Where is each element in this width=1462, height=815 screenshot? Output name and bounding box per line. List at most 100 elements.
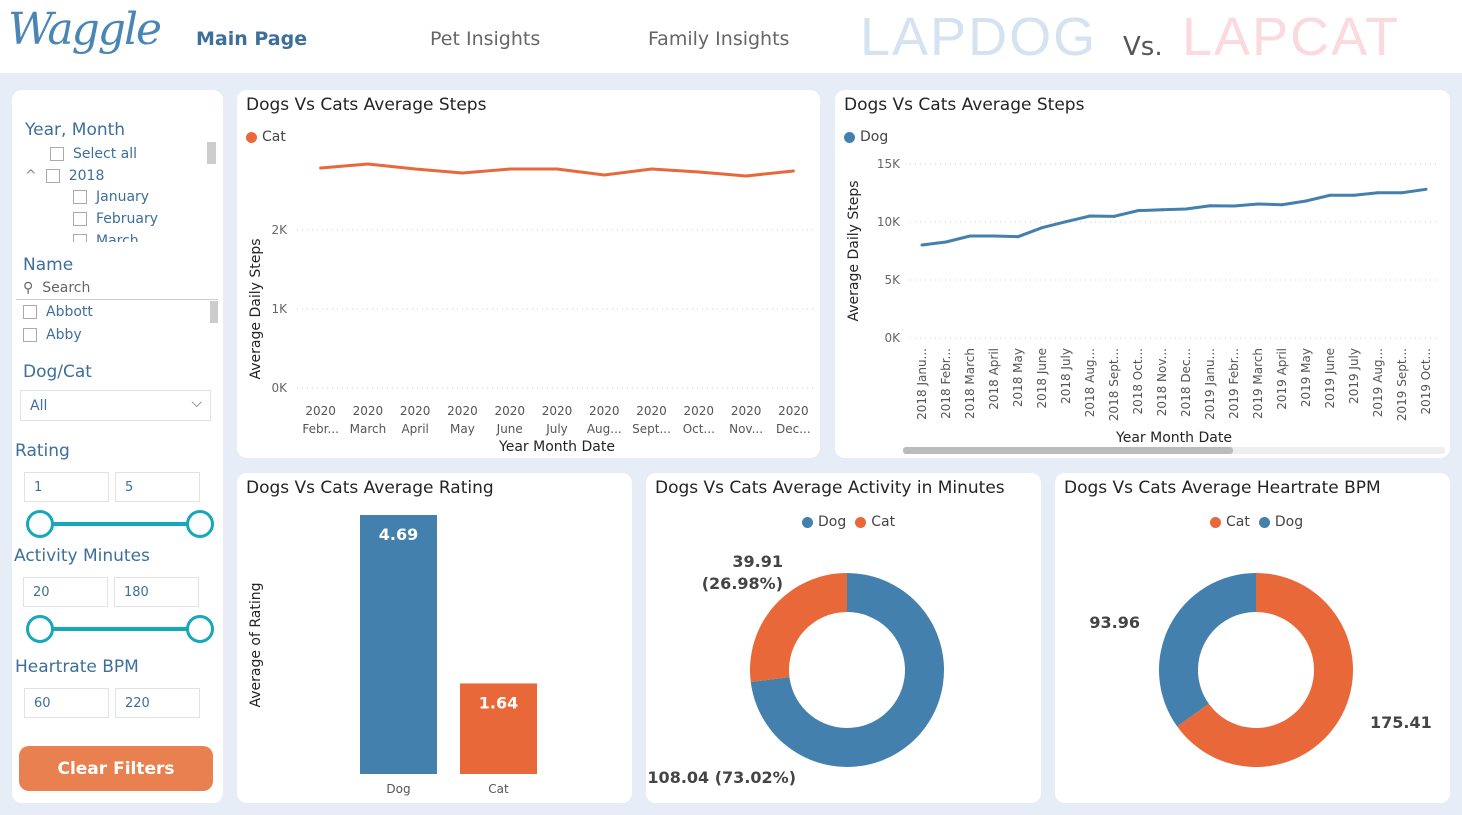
name-scrollbar[interactable]	[210, 301, 218, 323]
heartrate-max-input[interactable]: 220	[115, 688, 200, 718]
activity-max-input[interactable]: 180	[114, 577, 199, 607]
nav-main-page[interactable]: Main Page	[196, 28, 307, 50]
rating-min-input[interactable]: 1	[24, 472, 109, 502]
data-point	[1064, 220, 1068, 224]
y-tick-label: 0K	[884, 331, 901, 345]
data-point	[744, 174, 748, 178]
activity-label: Activity Minutes	[14, 546, 150, 566]
horizontal-scrollbar[interactable]	[903, 447, 1445, 454]
x-tick-label: 2018 April	[987, 348, 1001, 410]
rating-min-handle[interactable]	[26, 510, 54, 538]
rating-slider-track[interactable]	[40, 522, 200, 526]
x-tick-label: 2019 June	[1323, 348, 1337, 409]
rating-max-input[interactable]: 5	[115, 472, 200, 502]
data-point	[968, 234, 972, 238]
february-checkbox[interactable]: February	[73, 211, 158, 227]
abbott-checkbox[interactable]: Abbott	[23, 304, 93, 320]
x-tick-label: 2020	[589, 404, 620, 418]
chevron-down-icon: ⌵	[191, 395, 202, 411]
x-tick-label: 2018 Sept...	[1107, 348, 1121, 421]
nav-family-insights[interactable]: Family Insights	[648, 28, 789, 50]
data-point	[1112, 214, 1116, 218]
data-point	[1136, 209, 1140, 213]
activity-min-input[interactable]: 20	[23, 577, 108, 607]
abbott-label: Abbott	[46, 304, 93, 320]
data-point	[697, 170, 701, 174]
waggle-logo[interactable]: Waggle	[8, 4, 162, 55]
year-month-scrollbar[interactable]	[207, 142, 216, 164]
data-point	[1376, 191, 1380, 195]
year-2018-label: 2018	[68, 168, 105, 184]
select-all-checkbox[interactable]: Select all	[50, 146, 137, 162]
nav-pet-insights[interactable]: Pet Insights	[430, 28, 540, 50]
select-all-label: Select all	[73, 146, 137, 162]
x-tick-label: 2019 May	[1299, 348, 1313, 407]
y-tick-label: 0K	[271, 381, 288, 395]
data-point	[1352, 193, 1356, 197]
year-month-label: Year, Month	[25, 120, 126, 140]
name-search-input[interactable]: ⚲ Search	[23, 280, 90, 296]
x-tick-label: March	[350, 422, 387, 436]
activity-max-handle[interactable]	[186, 615, 214, 643]
x-tick-label: 2020	[542, 404, 573, 418]
lapcat-logo: LAPCAT	[1182, 7, 1401, 67]
activity-min-handle[interactable]	[26, 615, 54, 643]
dogcat-value: All	[30, 398, 48, 414]
x-tick-label: 2020	[494, 404, 525, 418]
chart-plot: 0K 1K 2K 2020 Febr... 2020 March 2020 April 2020 M…	[248, 162, 817, 455]
data-point	[1304, 199, 1308, 203]
x-tick-label: 2019 July	[1347, 348, 1361, 404]
data-label: 108.04 (73.02%)	[647, 768, 796, 787]
data-label: 1.64	[479, 693, 518, 712]
x-tick-label: 2018 Aug...	[1083, 348, 1097, 417]
data-point	[791, 169, 795, 173]
data-point	[920, 243, 924, 247]
x-tick-label: 2018 Febr...	[939, 348, 953, 419]
chevron-up-icon[interactable]: ^	[25, 168, 37, 184]
vs-label: Vs.	[1123, 32, 1163, 62]
x-tick-label: Cat	[488, 782, 509, 796]
data-point	[1400, 191, 1404, 195]
data-point	[1328, 193, 1332, 197]
year-2018-checkbox[interactable]: ^ 2018	[25, 168, 104, 184]
january-checkbox[interactable]: January	[73, 189, 149, 205]
data-point	[508, 167, 512, 171]
data-point	[1160, 208, 1164, 212]
clear-filters-button[interactable]: Clear Filters	[19, 746, 213, 791]
rating-max-handle[interactable]	[186, 510, 214, 538]
data-point	[602, 173, 606, 177]
x-tick-label: 2018 July	[1059, 348, 1073, 404]
x-tick-label: 2018 Dec...	[1179, 348, 1193, 417]
x-tick-label: 2020	[684, 404, 715, 418]
data-point	[1208, 204, 1212, 208]
data-label: 4.69	[379, 525, 418, 544]
scrollbar-thumb[interactable]	[903, 447, 1233, 454]
x-tick-label: April	[401, 422, 428, 436]
x-tick-label: 2019 Aug...	[1371, 348, 1385, 417]
activity-slider-track[interactable]	[40, 627, 200, 631]
data-point	[944, 240, 948, 244]
x-tick-label: May	[450, 422, 475, 436]
data-point	[1088, 214, 1092, 218]
x-tick-label: Oct...	[683, 422, 715, 436]
data-point	[1232, 204, 1236, 208]
name-label: Name	[23, 255, 74, 275]
x-tick-label: 2018 Janu...	[915, 348, 929, 420]
data-label: 93.96	[1089, 613, 1140, 632]
heartrate-min-input[interactable]: 60	[24, 688, 109, 718]
x-tick-label: June	[496, 422, 523, 436]
x-tick-label: 2019 Oct...	[1419, 348, 1433, 415]
series-line-dog	[921, 187, 1427, 247]
x-tick-label: July	[545, 422, 568, 436]
x-tick-label: Nov...	[729, 422, 763, 436]
data-label: 39.91	[732, 552, 783, 571]
dogcat-dropdown[interactable]: All ⌵	[20, 390, 211, 421]
abby-checkbox[interactable]: Abby	[23, 327, 82, 343]
heartrate-chart: Dogs Vs Cats Average Heartrate BPM Cat Do…	[1055, 473, 1450, 803]
x-tick-label: 2019 Sept...	[1395, 348, 1409, 421]
x-tick-label: 2020	[778, 404, 809, 418]
march-checkbox[interactable]: March	[73, 233, 139, 242]
x-tick-label: 2018 May	[1011, 348, 1025, 407]
heartrate-label: Heartrate BPM	[15, 657, 139, 677]
data-point	[1280, 203, 1284, 207]
